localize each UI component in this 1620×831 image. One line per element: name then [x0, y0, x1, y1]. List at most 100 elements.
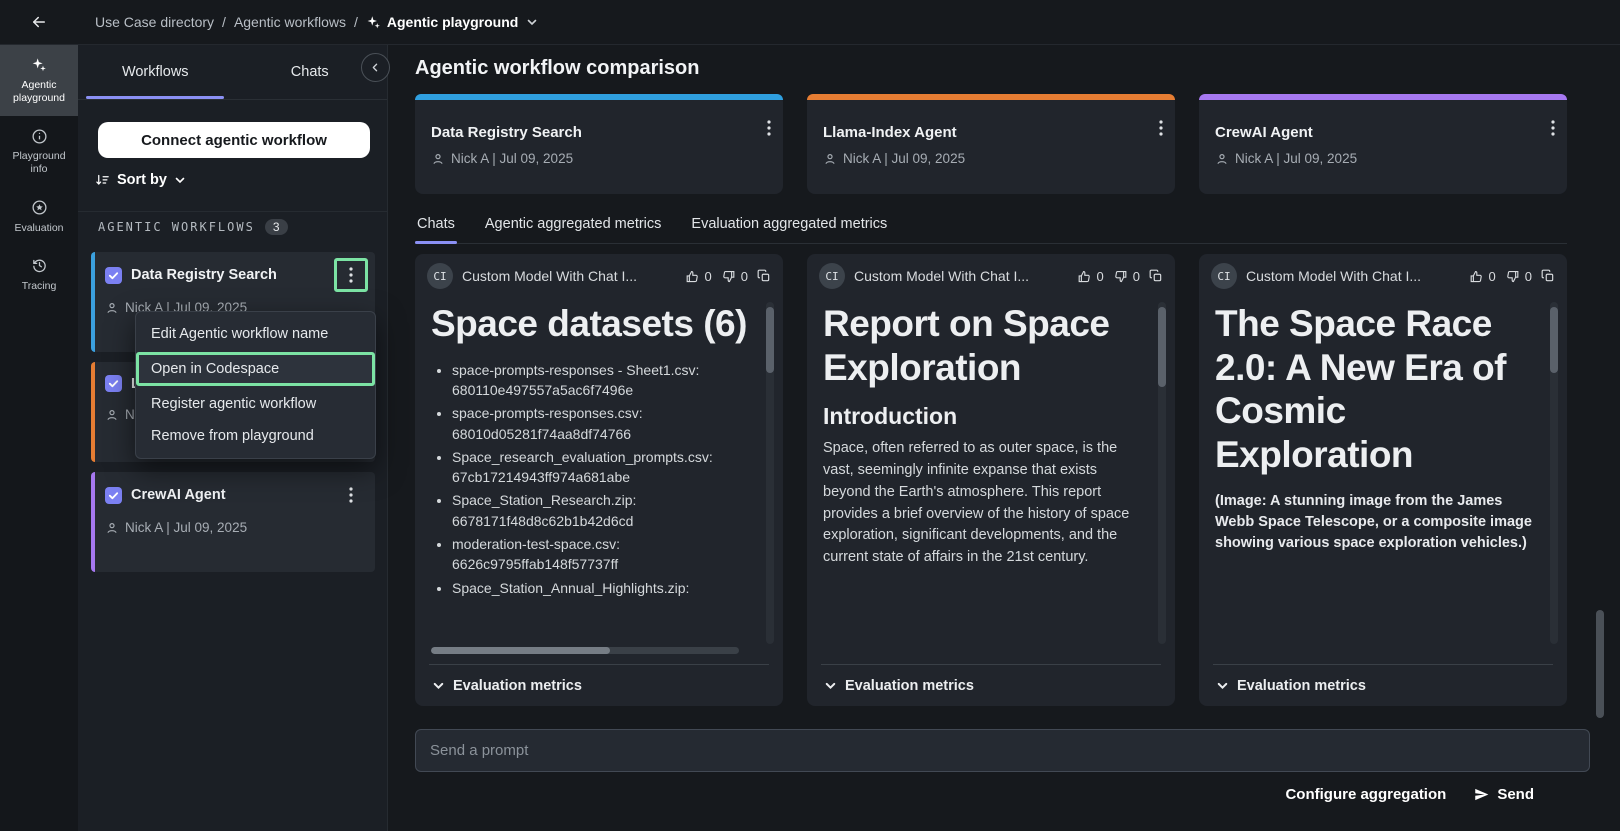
rail-item-label: Playground info: [3, 150, 75, 176]
copy-icon[interactable]: [1541, 269, 1555, 283]
checkbox-checked[interactable]: [105, 375, 122, 392]
chat-panels-row: CI Custom Model With Chat I... 0 0: [415, 254, 1567, 706]
card-accent-strip: [1199, 94, 1567, 100]
divider: [78, 211, 387, 212]
horizontal-scrollbar[interactable]: [431, 647, 739, 654]
list-item: space-prompts-responses - Sheet1.csv: 68…: [452, 360, 753, 401]
thumbs-up-icon[interactable]: [1077, 269, 1092, 284]
sort-by-label: Sort by: [117, 172, 167, 188]
workflow-item-crewai-agent[interactable]: CrewAI Agent Nick A | Jul 09, 2025: [91, 472, 375, 572]
chevron-down-icon: [174, 174, 186, 186]
prompt-input[interactable]: [415, 729, 1590, 772]
tab-workflows[interactable]: Workflows: [78, 45, 233, 99]
breadcrumb-current-playground[interactable]: Agentic playground: [366, 14, 538, 30]
rail-item-agentic-playground[interactable]: Agentic playground: [0, 45, 78, 116]
connect-agentic-workflow-button[interactable]: Connect agentic workflow: [98, 122, 370, 158]
configure-aggregation-button[interactable]: Configure aggregation: [1285, 786, 1446, 803]
kebab-menu-button[interactable]: [767, 120, 771, 136]
thumbs-down-count: 0: [741, 269, 748, 284]
thumbs-up-count: 0: [1489, 269, 1496, 284]
list-item: moderation-test-space.csv: 6626c9795ffab…: [452, 534, 753, 575]
person-icon: [105, 521, 119, 535]
evaluation-metrics-toggle[interactable]: Evaluation metrics: [429, 664, 769, 706]
card-meta: Nick A | Jul 09, 2025: [843, 151, 965, 166]
thumbs-down-icon[interactable]: [1113, 269, 1128, 284]
evaluation-metrics-toggle[interactable]: Evaluation metrics: [821, 664, 1161, 706]
comparison-tabs: Chats Agentic aggregated metrics Evaluat…: [415, 211, 1567, 244]
evaluation-metrics-label: Evaluation metrics: [1237, 678, 1366, 694]
page-title: Agentic workflow comparison: [415, 57, 1620, 80]
chat-response-content[interactable]: The Space Race 2.0: A New Era of Cosmic …: [1199, 298, 1567, 664]
scrollbar-thumb[interactable]: [1550, 307, 1558, 373]
thumbs-up-icon[interactable]: [1469, 269, 1484, 284]
thumbs-up-count: 0: [705, 269, 712, 284]
breadcrumb-agentic-workflows[interactable]: Agentic workflows: [234, 14, 346, 30]
copy-icon[interactable]: [757, 269, 771, 283]
kebab-menu-button[interactable]: [334, 478, 368, 512]
thumbs-down-count: 0: [1525, 269, 1532, 284]
model-name: Custom Model With Chat I...: [462, 268, 676, 284]
person-icon: [431, 152, 445, 166]
thumbs-down-icon[interactable]: [1505, 269, 1520, 284]
page-scrollbar-thumb[interactable]: [1596, 610, 1604, 718]
card-title: Llama-Index Agent: [823, 124, 1159, 141]
model-avatar: CI: [1211, 263, 1237, 289]
rail-item-playground-info[interactable]: Playground info: [0, 116, 78, 187]
breadcrumb-separator: /: [354, 14, 358, 30]
workflow-name: CrewAI Agent: [131, 487, 325, 503]
sparkle-icon: [31, 56, 47, 74]
rail-item-evaluation[interactable]: Evaluation: [0, 188, 78, 246]
workflow-meta: Nick A | Jul 09, 2025: [125, 520, 247, 535]
evaluation-metrics-toggle[interactable]: Evaluation metrics: [1213, 664, 1553, 706]
nav-rail: Agentic playground Playground info Evalu…: [0, 45, 78, 831]
copy-icon[interactable]: [1149, 269, 1163, 283]
menu-item-remove-from-playground[interactable]: Remove from playground: [136, 420, 375, 452]
back-button[interactable]: [0, 13, 78, 31]
send-label: Send: [1497, 786, 1534, 803]
send-button[interactable]: Send: [1474, 786, 1534, 803]
active-tab-underline: [86, 96, 224, 99]
chat-response-content[interactable]: Space datasets (6) space-prompts-respons…: [415, 298, 783, 664]
sort-by-dropdown[interactable]: Sort by: [95, 172, 186, 188]
tab-evaluation-aggregated-metrics[interactable]: Evaluation aggregated metrics: [689, 211, 889, 243]
chevron-down-icon: [432, 679, 445, 692]
kebab-menu-button[interactable]: [1159, 120, 1163, 136]
footer-actions: Configure aggregation Send: [415, 786, 1590, 803]
collapse-sidebar-button[interactable]: [361, 53, 390, 82]
checkbox-checked[interactable]: [105, 487, 122, 504]
chevron-down-icon: [824, 679, 837, 692]
scrollbar-thumb[interactable]: [431, 647, 610, 654]
chat-panel-header: CI Custom Model With Chat I... 0 0: [1199, 254, 1567, 298]
dataset-list: space-prompts-responses - Sheet1.csv: 68…: [431, 360, 753, 598]
tab-chats[interactable]: Chats: [415, 211, 457, 243]
chat-panel-llama-index-agent: CI Custom Model With Chat I... 0 0: [807, 254, 1175, 706]
breadcrumb: Use Case directory / Agentic workflows /…: [95, 14, 538, 30]
rail-item-label: Evaluation: [14, 222, 63, 235]
menu-item-open-in-codespace[interactable]: Open in Codespace: [136, 352, 375, 386]
star-circle-icon: [31, 199, 48, 217]
response-heading: The Space Race 2.0: A New Era of Cosmic …: [1215, 302, 1537, 477]
tab-agentic-aggregated-metrics[interactable]: Agentic aggregated metrics: [483, 211, 664, 243]
menu-item-register-agentic-workflow[interactable]: Register agentic workflow: [136, 388, 375, 420]
response-image-note: (Image: A stunning image from the James …: [1215, 491, 1537, 554]
vertical-scrollbar[interactable]: [766, 302, 774, 644]
chat-response-content[interactable]: Report on Space Exploration Introduction…: [807, 298, 1175, 664]
chat-panel-data-registry-search: CI Custom Model With Chat I... 0 0: [415, 254, 783, 706]
vertical-scrollbar[interactable]: [1550, 302, 1558, 644]
model-avatar: CI: [819, 263, 845, 289]
response-heading: Space datasets (6): [431, 302, 753, 346]
checkbox-checked[interactable]: [105, 267, 122, 284]
kebab-menu-button-highlighted[interactable]: [334, 258, 368, 292]
workflow-sidebar: Workflows Chats Connect agentic workflow…: [78, 45, 388, 831]
vertical-scrollbar[interactable]: [1158, 302, 1166, 644]
workflow-card-data-registry-search: Data Registry Search Nick A | Jul 09, 20…: [415, 94, 783, 194]
scrollbar-thumb[interactable]: [1158, 307, 1166, 387]
arrow-left-icon: [30, 13, 48, 31]
breadcrumb-use-case-directory[interactable]: Use Case directory: [95, 14, 214, 30]
kebab-menu-button[interactable]: [1551, 120, 1555, 136]
menu-item-edit-workflow-name[interactable]: Edit Agentic workflow name: [136, 318, 375, 350]
rail-item-tracing[interactable]: Tracing: [0, 246, 78, 304]
thumbs-down-icon[interactable]: [721, 269, 736, 284]
thumbs-up-icon[interactable]: [685, 269, 700, 284]
scrollbar-thumb[interactable]: [766, 307, 774, 373]
